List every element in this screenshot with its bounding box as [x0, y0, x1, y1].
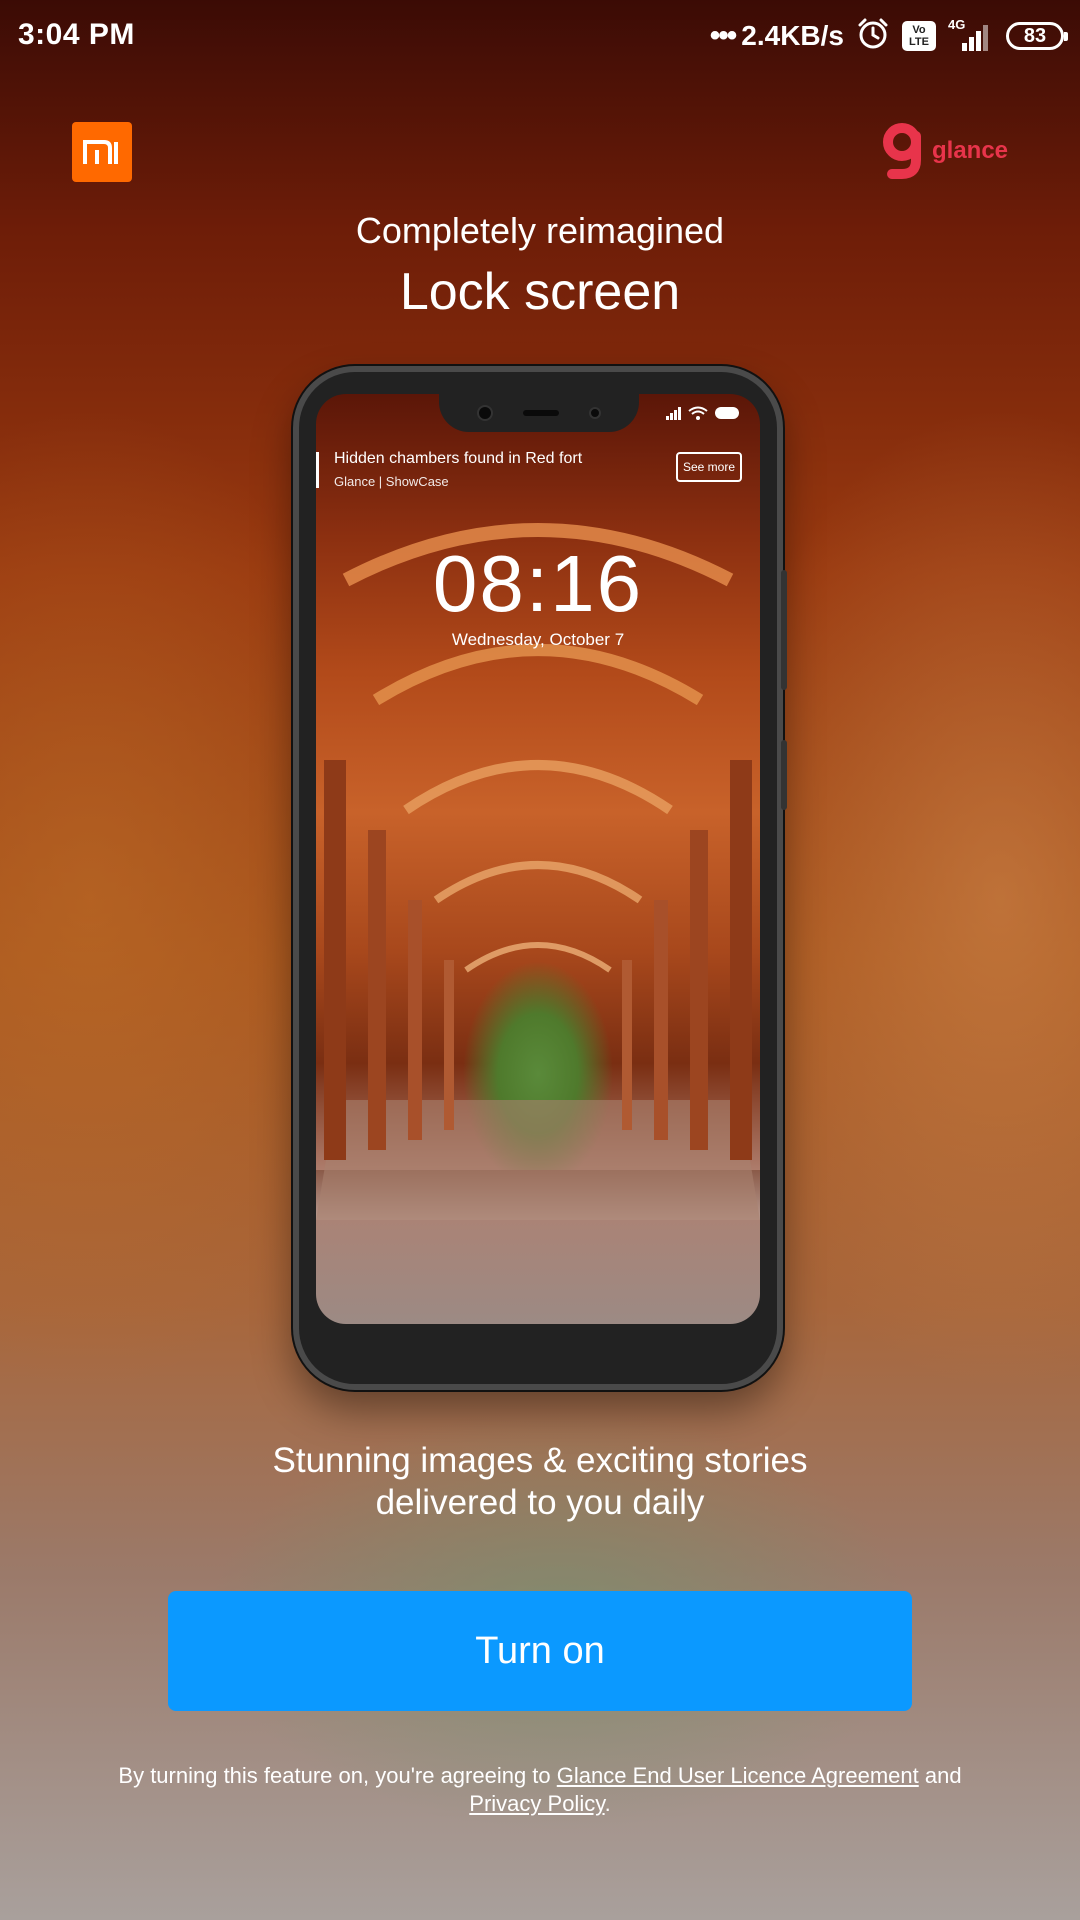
- legal-prefix: By turning this feature on, you're agree…: [118, 1763, 557, 1788]
- signal-bars-icon: 4G: [948, 17, 994, 53]
- legal-and: and: [918, 1763, 962, 1788]
- battery-level: 83: [1023, 24, 1047, 47]
- battery-icon: [715, 407, 739, 419]
- phone-side-button: [781, 570, 787, 690]
- more-notifications-dots: •••: [709, 19, 737, 52]
- legal-suffix: .: [604, 1791, 611, 1816]
- glance-logo: glance: [880, 122, 1008, 180]
- earpiece-speaker: [523, 410, 559, 416]
- front-camera: [477, 405, 493, 421]
- preview-status-icons: [666, 406, 742, 420]
- volte-icon: Vo LTE: [902, 21, 936, 51]
- volte-bottom: LTE: [909, 36, 929, 48]
- battery-indicator: 83: [1006, 22, 1068, 50]
- signal-bars-icon: [666, 407, 681, 420]
- preview-date: Wednesday, October 7: [451, 630, 625, 649]
- hero-title: Lock screen: [399, 263, 681, 321]
- phone-side-button: [781, 740, 787, 810]
- legal-notice: By turning this feature on, you're agree…: [60, 1762, 1020, 1818]
- preview-clock: 08:16: [432, 539, 644, 628]
- notification-accent-bar: [316, 452, 319, 488]
- turn-on-button[interactable]: Turn on: [168, 1591, 912, 1711]
- tagline: Stunning images & exciting stories deliv…: [0, 1440, 1080, 1524]
- network-speed: 2.4KB/s: [741, 20, 844, 51]
- hero-subtitle: Completely reimagined: [355, 210, 725, 251]
- notification-title: Hidden chambers found in Red fort: [334, 450, 583, 467]
- sensor-dot: [589, 407, 601, 419]
- alarm-clock-icon: [856, 17, 890, 56]
- see-more-button: See more: [676, 452, 742, 482]
- mi-logo: [72, 122, 132, 182]
- phone-notch: [439, 394, 639, 432]
- status-icons: ••• 2.4KB/s Vo LTE 4G 83: [709, 16, 1068, 56]
- tagline-line-1: Stunning images & exciting stories: [272, 1441, 808, 1480]
- preview-notification: Hidden chambers found in Red fort Glance…: [316, 446, 760, 496]
- notification-source: Glance | ShowCase: [334, 474, 449, 489]
- status-time: 3:04 PM: [18, 18, 135, 51]
- glance-g-logo: [883, 123, 921, 179]
- glance-wordmark: glance: [932, 137, 1009, 164]
- status-bar: 3:04 PM ••• 2.4KB/s Vo LTE 4G 83: [0, 0, 1080, 72]
- wifi-icon: [688, 406, 708, 420]
- eula-link[interactable]: Glance End User Licence Agreement: [557, 1763, 919, 1788]
- tagline-line-2: delivered to you daily: [375, 1483, 705, 1522]
- privacy-policy-link[interactable]: Privacy Policy: [469, 1791, 604, 1816]
- volte-top: Vo: [912, 24, 926, 36]
